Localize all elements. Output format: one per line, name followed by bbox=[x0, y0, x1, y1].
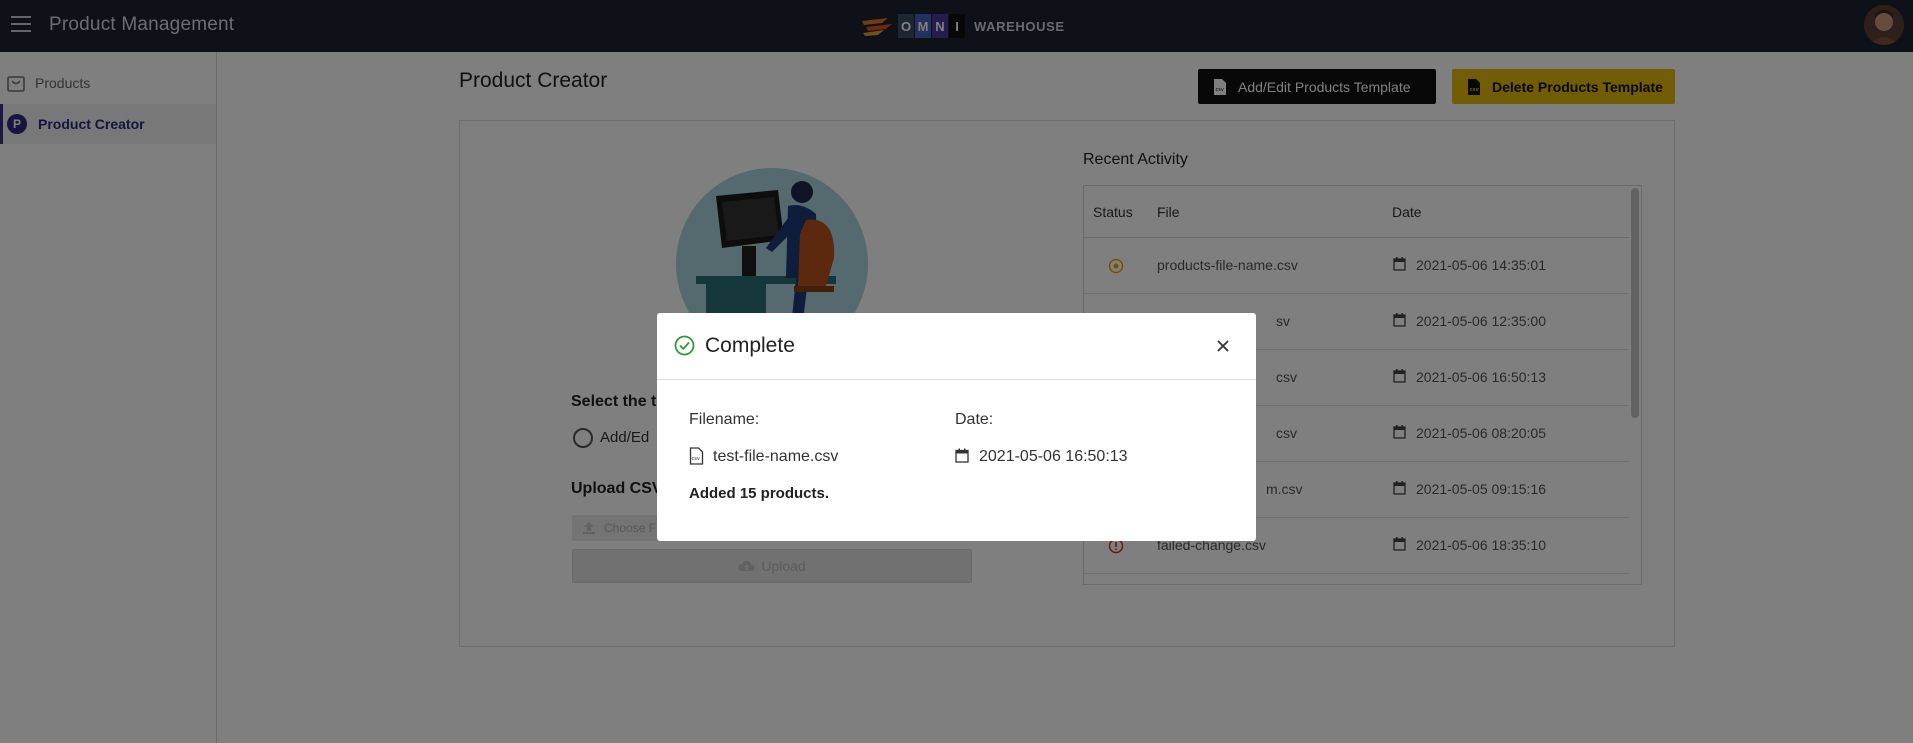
filename-value: test-file-name.csv bbox=[713, 448, 839, 465]
complete-dialog: Complete Filename: csv test-file-name.cs… bbox=[657, 313, 1256, 541]
dialog-header: Complete bbox=[657, 313, 1256, 380]
calendar-icon bbox=[955, 448, 969, 463]
svg-text:csv: csv bbox=[692, 456, 700, 462]
result-message: Added 15 products. bbox=[689, 485, 830, 502]
filename-label: Filename: bbox=[689, 411, 760, 428]
close-icon[interactable] bbox=[1213, 336, 1233, 356]
check-circle-icon bbox=[674, 335, 695, 356]
dialog-title: Complete bbox=[705, 334, 795, 357]
csv-file-icon: csv bbox=[689, 447, 704, 465]
date-label: Date: bbox=[955, 411, 994, 428]
date-value: 2021-05-06 16:50:13 bbox=[979, 448, 1128, 465]
